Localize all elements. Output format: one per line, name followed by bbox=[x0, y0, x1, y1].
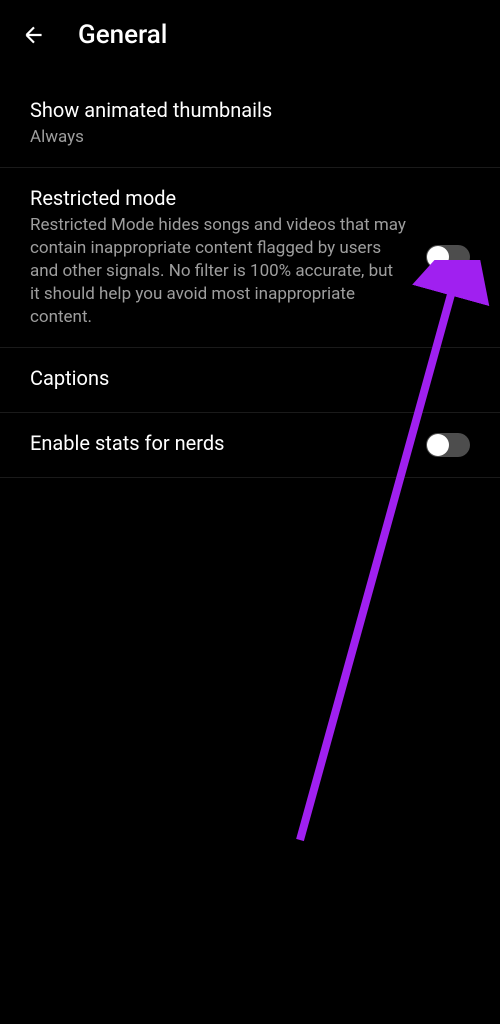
settings-list: Show animated thumbnails Always Restrict… bbox=[0, 70, 500, 478]
setting-subtitle: Restricted Mode hides songs and videos t… bbox=[30, 214, 406, 329]
setting-restricted-mode[interactable]: Restricted mode Restricted Mode hides so… bbox=[0, 168, 500, 348]
page-title: General bbox=[78, 20, 167, 50]
setting-content: Captions bbox=[30, 366, 470, 394]
header: General bbox=[0, 0, 500, 70]
setting-title: Restricted mode bbox=[30, 186, 406, 210]
toggle-knob bbox=[427, 246, 449, 268]
setting-title: Enable stats for nerds bbox=[30, 431, 406, 455]
setting-content: Show animated thumbnails Always bbox=[30, 98, 470, 149]
toggle-knob bbox=[427, 434, 449, 456]
setting-title: Captions bbox=[30, 366, 470, 390]
setting-subtitle: Always bbox=[30, 126, 470, 149]
back-arrow-icon[interactable] bbox=[20, 21, 48, 49]
setting-stats-for-nerds[interactable]: Enable stats for nerds bbox=[0, 413, 500, 478]
setting-content: Restricted mode Restricted Mode hides so… bbox=[30, 186, 406, 329]
restricted-mode-toggle[interactable] bbox=[426, 245, 470, 269]
setting-title: Show animated thumbnails bbox=[30, 98, 470, 122]
stats-for-nerds-toggle[interactable] bbox=[426, 433, 470, 457]
setting-animated-thumbnails[interactable]: Show animated thumbnails Always bbox=[0, 80, 500, 168]
setting-content: Enable stats for nerds bbox=[30, 431, 406, 459]
setting-captions[interactable]: Captions bbox=[0, 348, 500, 413]
